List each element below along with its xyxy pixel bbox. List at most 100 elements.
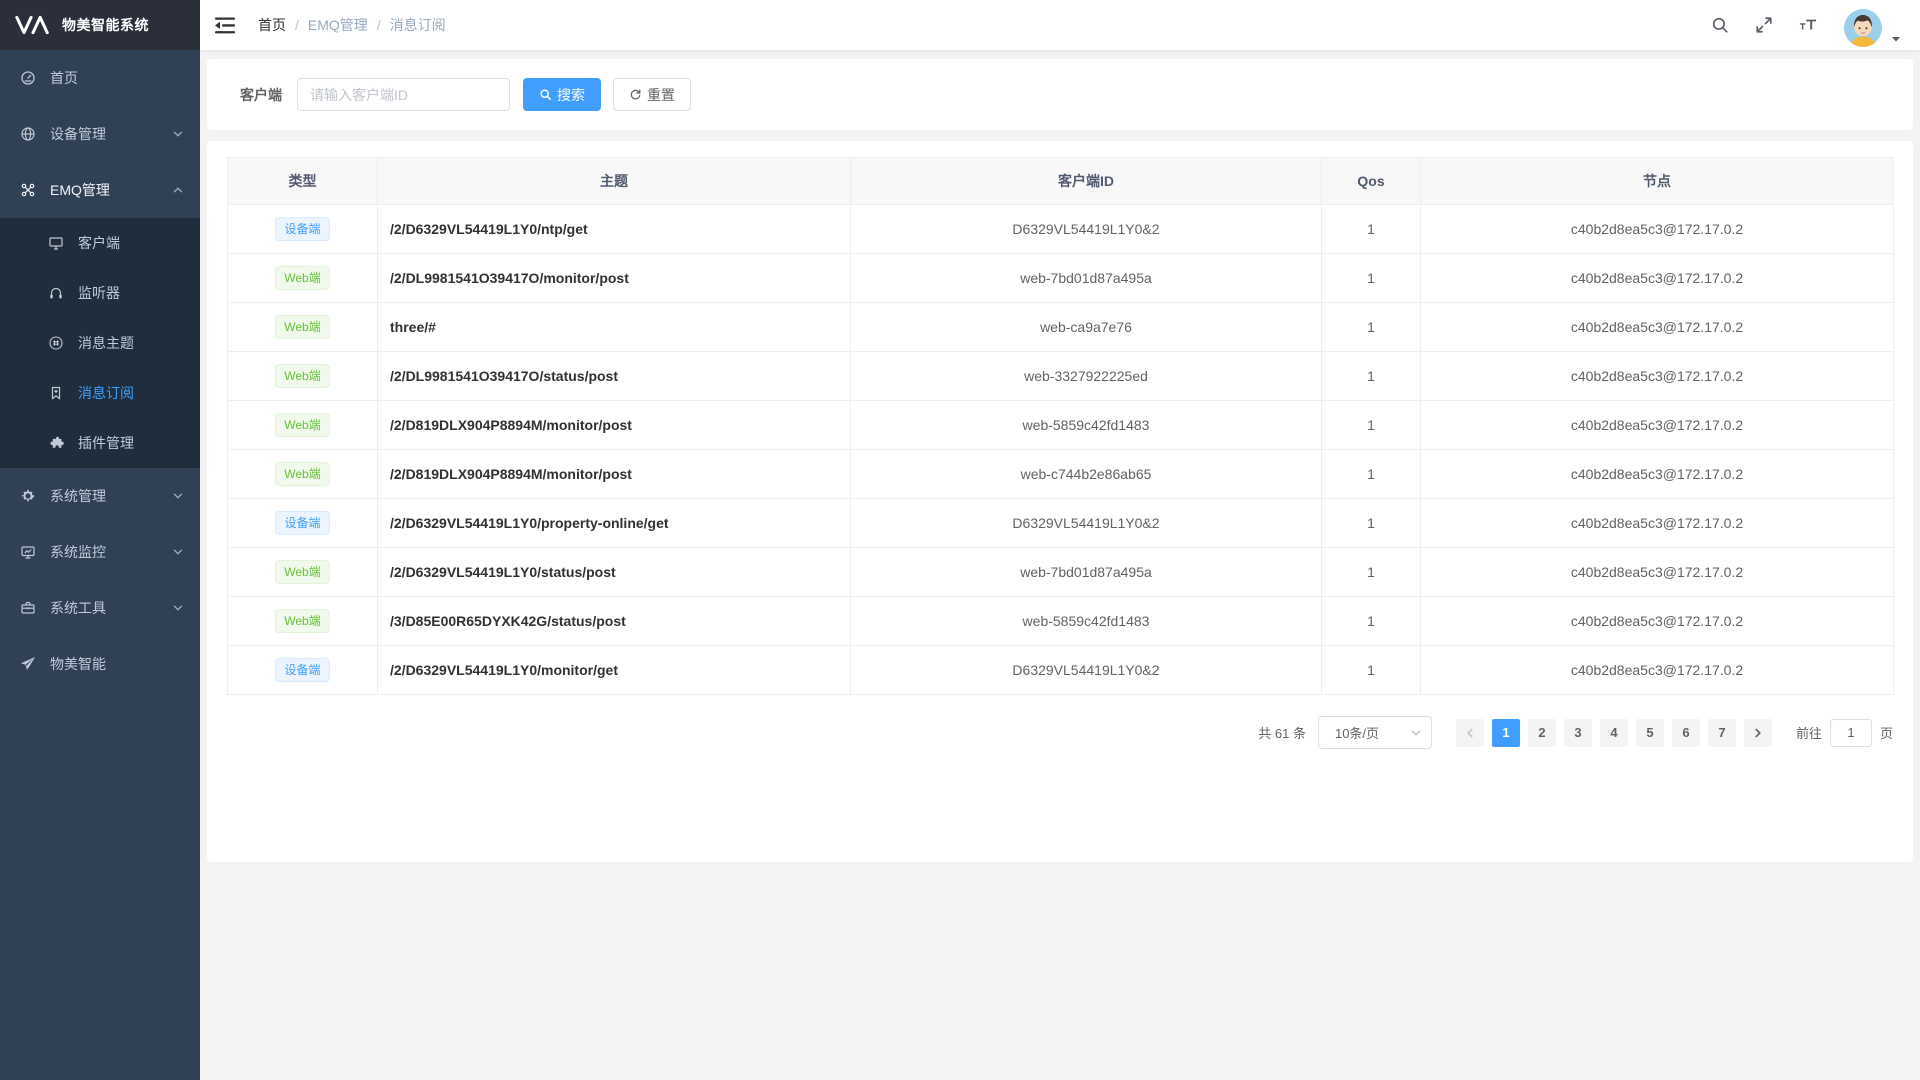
type-tag: 设备端 — [275, 658, 329, 682]
goto-page-input[interactable] — [1830, 719, 1872, 747]
sidebar-item-label: 插件管理 — [78, 433, 192, 453]
chevron-down-icon — [172, 602, 184, 614]
reset-button[interactable]: 重置 — [613, 78, 691, 111]
sidebar-item-system-tools[interactable]: 系统工具 — [0, 580, 200, 636]
sidebar-item-device-mgmt[interactable]: 设备管理 — [0, 106, 200, 162]
sidebar: 物美智能系统 首页 设备管理 EMQ管理 — [0, 0, 200, 1080]
page-button-3[interactable]: 3 — [1564, 719, 1592, 747]
header-client-id: 客户端ID — [851, 158, 1322, 205]
node-cell: c40b2d8ea5c3@172.17.0.2 — [1421, 254, 1894, 303]
user-menu[interactable] — [1843, 2, 1902, 48]
topic-cell: /2/DL9981541O39417O/status/post — [378, 352, 851, 401]
sidebar-item-label: 监听器 — [78, 283, 192, 303]
type-tag: Web端 — [275, 609, 329, 633]
page-size-select[interactable]: 10条/页 — [1318, 716, 1432, 749]
page-size-value: 10条/页 — [1335, 723, 1379, 742]
plugin-icon — [48, 435, 64, 451]
qos-cell: 1 — [1322, 499, 1421, 548]
table-row: Web端 /2/D819DLX904P8894M/monitor/post we… — [228, 401, 1894, 450]
client-id-cell: D6329VL54419L1Y0&2 — [851, 646, 1322, 695]
qos-cell: 1 — [1322, 352, 1421, 401]
logo-icon — [14, 14, 52, 36]
header-topic: 主题 — [378, 158, 851, 205]
search-icon — [539, 88, 552, 101]
prev-page-button[interactable] — [1456, 719, 1484, 747]
node-cell: c40b2d8ea5c3@172.17.0.2 — [1421, 548, 1894, 597]
next-page-button[interactable] — [1744, 719, 1772, 747]
sidebar-item-plugin-mgmt[interactable]: 插件管理 — [0, 418, 200, 468]
app-logo[interactable]: 物美智能系统 — [0, 0, 200, 50]
type-tag: Web端 — [275, 413, 329, 437]
sidebar-item-label: 消息订阅 — [78, 383, 192, 403]
refresh-icon — [629, 88, 642, 101]
table-row: Web端 /2/DL9981541O39417O/monitor/post we… — [228, 254, 1894, 303]
sidebar-item-message-topic[interactable]: 消息主题 — [0, 318, 200, 368]
avatar[interactable] — [1843, 8, 1883, 48]
table-row: Web端 /2/DL9981541O39417O/status/post web… — [228, 352, 1894, 401]
sidebar-item-client[interactable]: 客户端 — [0, 218, 200, 268]
sidebar-item-listener[interactable]: 监听器 — [0, 268, 200, 318]
chevron-down-icon — [172, 546, 184, 558]
reset-button-label: 重置 — [647, 85, 675, 105]
node-cell: c40b2d8ea5c3@172.17.0.2 — [1421, 205, 1894, 254]
sidebar-item-emq-mgmt[interactable]: EMQ管理 — [0, 162, 200, 218]
sidebar-item-wumei-smart[interactable]: 物美智能 — [0, 636, 200, 692]
topic-cell: three/# — [378, 303, 851, 352]
sidebar-item-label: 系统管理 — [50, 486, 172, 506]
page-button-1[interactable]: 1 — [1492, 719, 1520, 747]
navbar-right — [1711, 2, 1902, 48]
client-id-input[interactable] — [297, 78, 510, 111]
table-row: Web端 three/# web-ca9a7e76 1 c40b2d8ea5c3… — [228, 303, 1894, 352]
chevron-up-icon — [172, 184, 184, 196]
sidebar-item-message-subscription[interactable]: 消息订阅 — [0, 368, 200, 418]
search-icon[interactable] — [1711, 16, 1729, 34]
chevron-right-icon — [1752, 727, 1764, 739]
client-id-cell: D6329VL54419L1Y0&2 — [851, 205, 1322, 254]
client-id-cell: web-5859c42fd1483 — [851, 597, 1322, 646]
header-node: 节点 — [1421, 158, 1894, 205]
fullscreen-icon[interactable] — [1755, 16, 1773, 34]
type-tag: 设备端 — [275, 511, 329, 535]
node-cell: c40b2d8ea5c3@172.17.0.2 — [1421, 352, 1894, 401]
node-cell: c40b2d8ea5c3@172.17.0.2 — [1421, 401, 1894, 450]
node-cell: c40b2d8ea5c3@172.17.0.2 — [1421, 499, 1894, 548]
topic-cell: /2/DL9981541O39417O/monitor/post — [378, 254, 851, 303]
sidebar-item-label: 客户端 — [78, 233, 192, 253]
page-button-7[interactable]: 7 — [1708, 719, 1736, 747]
breadcrumb-separator: / — [295, 17, 299, 33]
breadcrumb-separator: / — [377, 17, 381, 33]
table-row: 设备端 /2/D6329VL54419L1Y0/monitor/get D632… — [228, 646, 1894, 695]
client-id-cell: web-7bd01d87a495a — [851, 254, 1322, 303]
font-size-icon[interactable] — [1799, 16, 1817, 34]
breadcrumb-home[interactable]: 首页 — [258, 15, 286, 35]
sidebar-item-label: 消息主题 — [78, 333, 192, 353]
page-button-5[interactable]: 5 — [1636, 719, 1664, 747]
caret-down-icon — [1890, 33, 1902, 45]
sidebar-item-label: 系统监控 — [50, 542, 172, 562]
client-id-cell: D6329VL54419L1Y0&2 — [851, 499, 1322, 548]
type-tag: Web端 — [275, 462, 329, 486]
sidebar-item-home[interactable]: 首页 — [0, 50, 200, 106]
page-button-6[interactable]: 6 — [1672, 719, 1700, 747]
qos-cell: 1 — [1322, 548, 1421, 597]
qos-cell: 1 — [1322, 450, 1421, 499]
topic-icon — [48, 335, 64, 351]
listener-icon — [48, 285, 64, 301]
qos-cell: 1 — [1322, 205, 1421, 254]
subscriptions-table-card: 类型 主题 客户端ID Qos 节点 设备端 /2/D6329VL54419L1… — [207, 141, 1913, 862]
page-button-4[interactable]: 4 — [1600, 719, 1628, 747]
search-button[interactable]: 搜索 — [523, 78, 601, 111]
table-row: Web端 /3/D85E00R65DYXK42G/status/post web… — [228, 597, 1894, 646]
breadcrumb: 首页 / EMQ管理 / 消息订阅 — [258, 15, 446, 35]
topic-cell: /2/D6329VL54419L1Y0/status/post — [378, 548, 851, 597]
page-button-2[interactable]: 2 — [1528, 719, 1556, 747]
client-icon — [48, 235, 64, 251]
devices-icon — [20, 126, 36, 142]
sidebar-item-system-mgmt[interactable]: 系统管理 — [0, 468, 200, 524]
type-tag: 设备端 — [275, 217, 329, 241]
type-tag: Web端 — [275, 560, 329, 584]
search-form-card: 客户端 搜索 重置 — [207, 59, 1913, 130]
sidebar-item-system-monitor[interactable]: 系统监控 — [0, 524, 200, 580]
sidebar-toggle-button[interactable] — [200, 0, 250, 50]
qos-cell: 1 — [1322, 303, 1421, 352]
